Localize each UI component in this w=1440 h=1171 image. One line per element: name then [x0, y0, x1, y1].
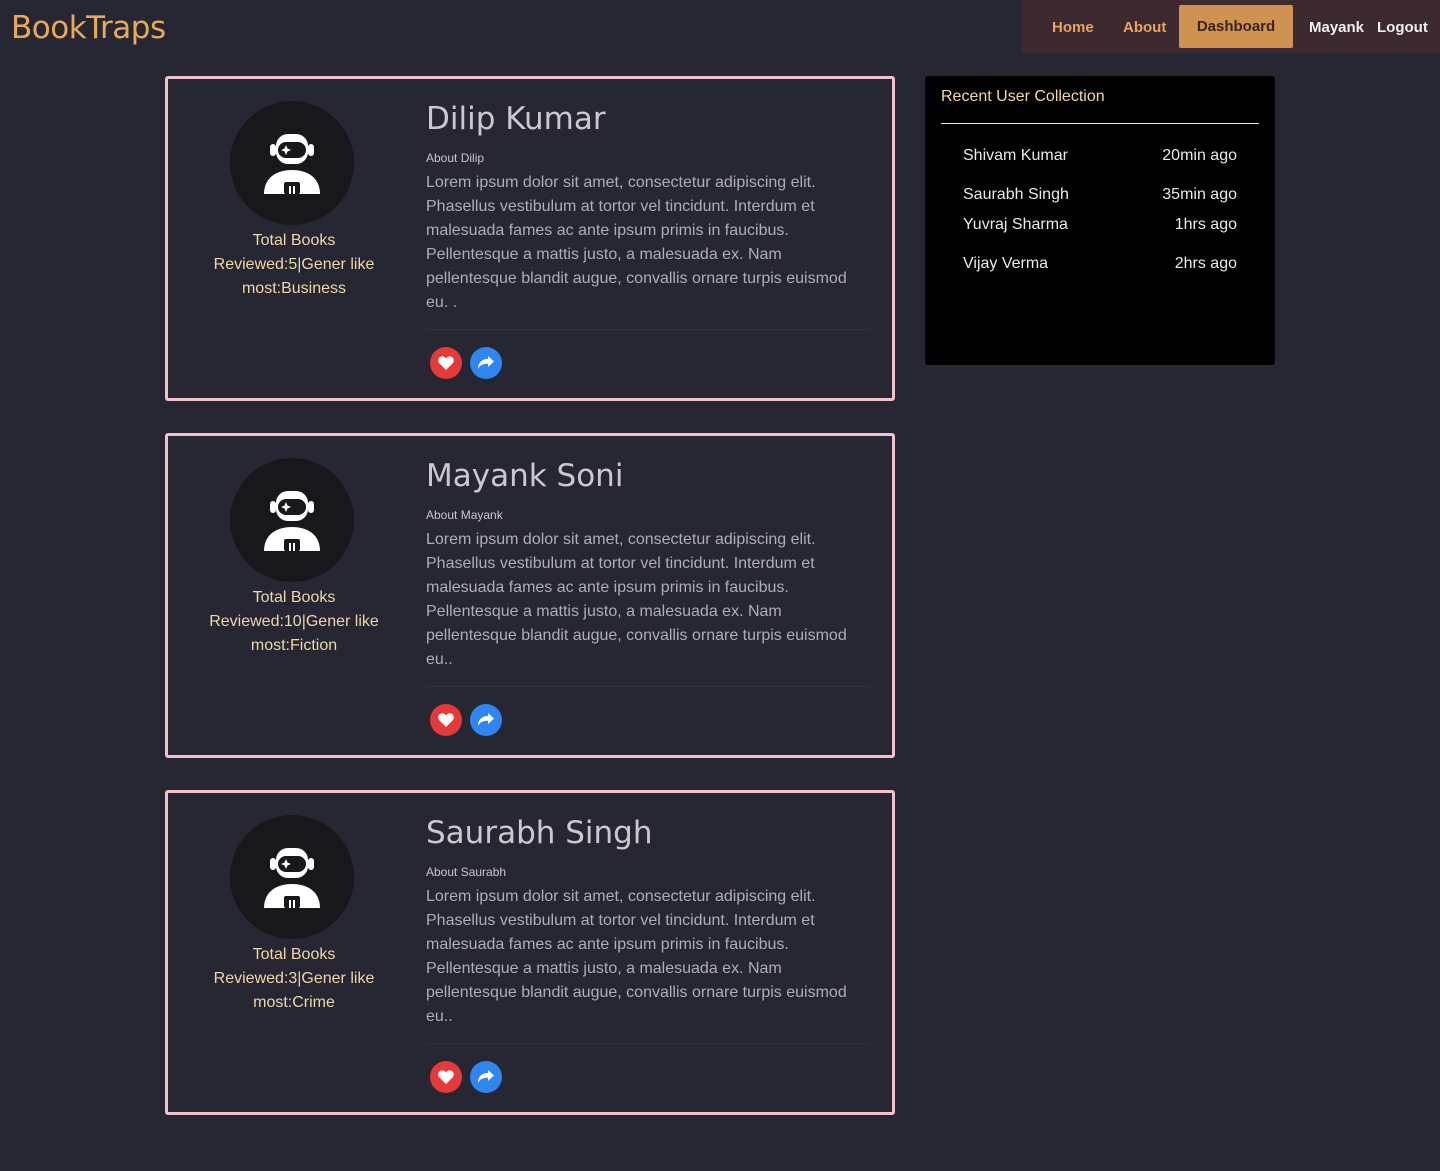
share-button[interactable] [470, 704, 502, 736]
heart-icon [438, 713, 454, 727]
share-icon [478, 1070, 494, 1083]
astronaut-icon [264, 134, 320, 194]
like-button[interactable] [430, 1061, 462, 1093]
nav-home-link[interactable]: Home [1052, 19, 1094, 36]
recent-user-time: 35min ago [1162, 186, 1237, 203]
recent-user-item[interactable]: Vijay Verma 2hrs ago [963, 255, 1237, 273]
recent-user-time: 2hrs ago [1174, 255, 1237, 272]
heart-icon [438, 1070, 454, 1084]
recent-user-item[interactable]: Saurabh Singh 35min ago [963, 186, 1237, 204]
top-navbar: Home About Dashboard Mayank Logout [1022, 0, 1440, 53]
user-stats: Total Books Reviewed:5|Gener like most:B… [213, 232, 375, 297]
astronaut-icon [264, 848, 320, 908]
user-name: Mayank Soni [426, 458, 624, 494]
heart-icon [438, 356, 454, 370]
avatar [230, 458, 354, 582]
user-card: Total Books Reviewed:10|Gener like most:… [165, 433, 895, 758]
about-label: About Mayank [426, 508, 503, 522]
share-button[interactable] [470, 347, 502, 379]
recent-user-collection-panel: Recent User Collection Shivam Kumar 20mi… [925, 76, 1275, 365]
recent-user-time: 20min ago [1162, 147, 1237, 164]
nav-about-link[interactable]: About [1123, 19, 1166, 36]
about-label: About Dilip [426, 151, 485, 165]
user-stats: Total Books Reviewed:3|Gener like most:C… [213, 946, 375, 1011]
recent-user-name: Yuvraj Sharma [963, 216, 1068, 233]
user-stats: Total Books Reviewed:10|Gener like most:… [209, 589, 379, 654]
about-text: Lorem ipsum dolor sit amet, consectetur … [426, 531, 847, 668]
divider [426, 1043, 871, 1044]
nav-user-link[interactable]: Mayank [1309, 19, 1364, 36]
recent-user-name: Vijay Verma [963, 255, 1049, 272]
avatar [230, 815, 354, 939]
user-card: Total Books Reviewed:5|Gener like most:B… [165, 76, 895, 401]
like-button[interactable] [430, 704, 462, 736]
brand-logo[interactable]: BookTraps [11, 10, 166, 46]
astronaut-icon [264, 491, 320, 551]
user-name: Saurabh Singh [426, 815, 653, 851]
about-text: Lorem ipsum dolor sit amet, consectetur … [426, 888, 847, 1025]
divider [426, 686, 871, 687]
nav-logout-link[interactable]: Logout [1377, 19, 1428, 36]
share-button[interactable] [470, 1061, 502, 1093]
divider [426, 329, 871, 330]
sidebar-title: Recent User Collection [941, 88, 1105, 105]
recent-user-time: 1hrs ago [1174, 216, 1237, 233]
about-text: Lorem ipsum dolor sit amet, consectetur … [426, 174, 847, 311]
nav-dashboard-button[interactable]: Dashboard [1179, 5, 1293, 48]
about-label: About Saurabh [426, 865, 507, 879]
share-icon [478, 356, 494, 369]
recent-user-name: Saurabh Singh [963, 186, 1069, 203]
recent-user-item[interactable]: Yuvraj Sharma 1hrs ago [963, 216, 1237, 234]
divider [941, 123, 1259, 124]
recent-user-name: Shivam Kumar [963, 147, 1068, 164]
recent-user-item[interactable]: Shivam Kumar 20min ago [963, 147, 1237, 165]
like-button[interactable] [430, 347, 462, 379]
user-card: Total Books Reviewed:3|Gener like most:C… [165, 790, 895, 1115]
share-icon [478, 713, 494, 726]
avatar [230, 101, 354, 225]
user-name: Dilip Kumar [426, 101, 606, 137]
